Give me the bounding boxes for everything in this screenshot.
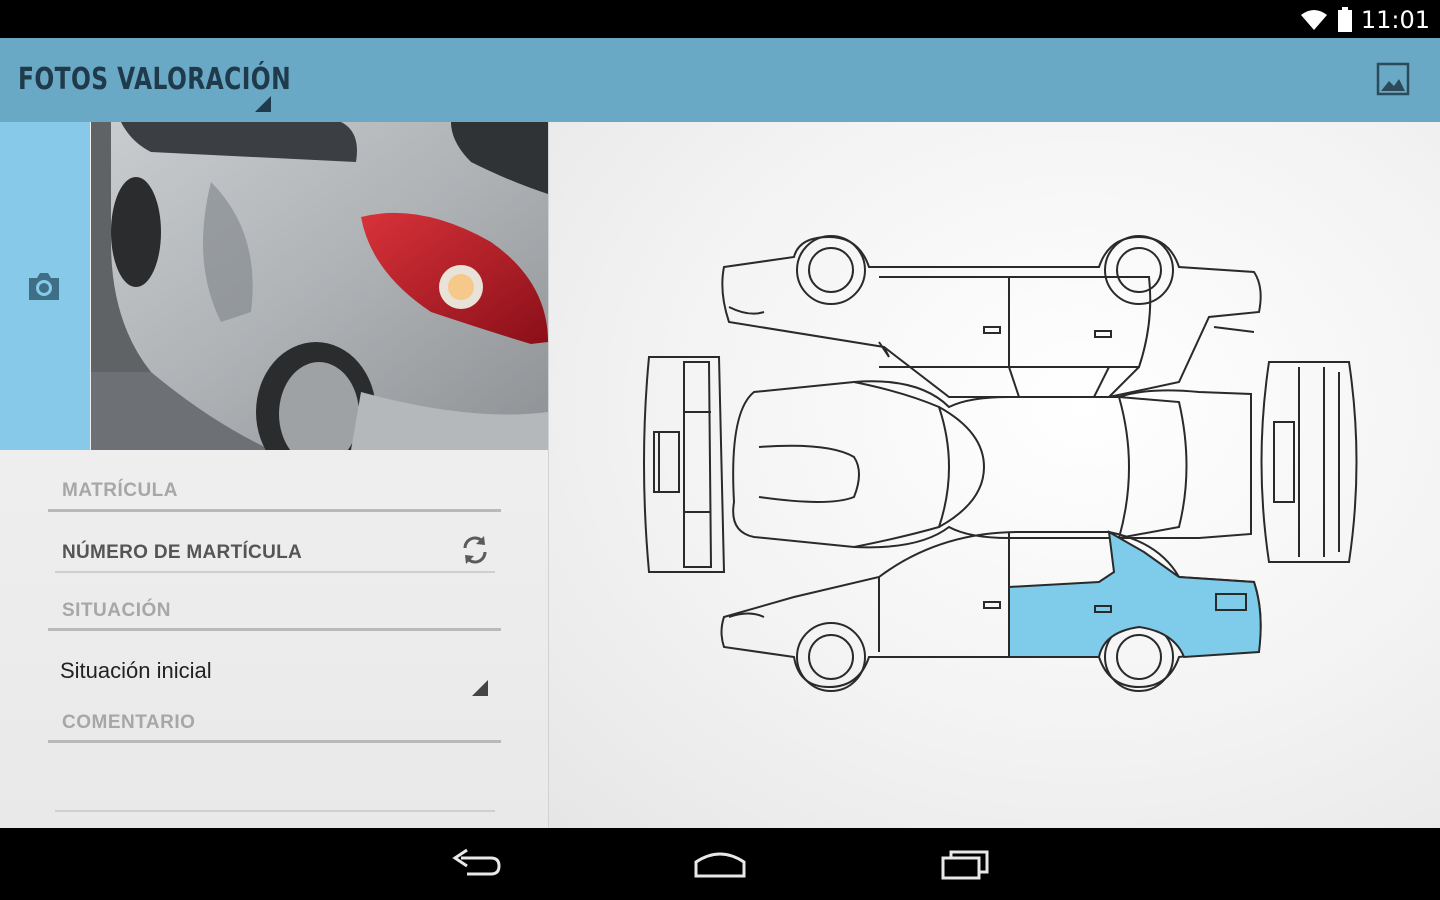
refresh-icon[interactable] bbox=[457, 532, 493, 568]
car-damage-diagram[interactable] bbox=[639, 232, 1369, 712]
comentario-label: COMENTARIO bbox=[62, 712, 196, 733]
status-bar: 11:01 bbox=[0, 0, 1440, 38]
recents-icon[interactable] bbox=[935, 844, 995, 884]
clock: 11:01 bbox=[1360, 6, 1430, 34]
navigation-bar bbox=[0, 828, 1440, 900]
situacion-divider bbox=[48, 628, 501, 631]
situacion-dropdown-arrow[interactable] bbox=[472, 680, 488, 696]
title-dropdown-indicator[interactable] bbox=[255, 96, 271, 112]
status-icons: 11:01 bbox=[1299, 6, 1430, 34]
situacion-spinner[interactable]: Situación inicial bbox=[60, 658, 212, 684]
matricula-input-underline bbox=[55, 571, 495, 573]
damage-diagram-panel bbox=[549, 122, 1440, 828]
matricula-divider bbox=[48, 509, 501, 512]
back-icon[interactable] bbox=[447, 844, 507, 884]
camera-strip[interactable] bbox=[0, 122, 90, 450]
car-top-view[interactable] bbox=[643, 356, 1358, 573]
car-left-side-view[interactable] bbox=[721, 235, 1262, 398]
situacion-label: SITUACIÓN bbox=[62, 600, 171, 621]
camera-icon[interactable] bbox=[26, 270, 62, 304]
comentario-input-underline bbox=[55, 810, 495, 812]
gallery-icon[interactable] bbox=[1376, 62, 1410, 96]
matricula-label: MATRÍCULA bbox=[62, 480, 179, 501]
matricula-input[interactable]: NÚMERO DE MARTÍCULA bbox=[62, 542, 302, 564]
form-panel: MATRÍCULA NÚMERO DE MARTÍCULA SITUACIÓN … bbox=[0, 122, 549, 828]
page-title[interactable]: FOTOS VALORACIÓN bbox=[18, 62, 291, 97]
app-bar: FOTOS VALORACIÓN bbox=[0, 38, 1440, 122]
vehicle-photo[interactable] bbox=[91, 122, 548, 450]
vehicle-photo-image bbox=[91, 122, 548, 450]
home-icon[interactable] bbox=[690, 844, 750, 884]
wifi-icon bbox=[1300, 10, 1327, 30]
comentario-input[interactable] bbox=[62, 772, 492, 802]
comentario-divider bbox=[48, 740, 501, 743]
damage-zone-rear-right[interactable] bbox=[1008, 530, 1262, 659]
battery-icon bbox=[1337, 7, 1352, 32]
